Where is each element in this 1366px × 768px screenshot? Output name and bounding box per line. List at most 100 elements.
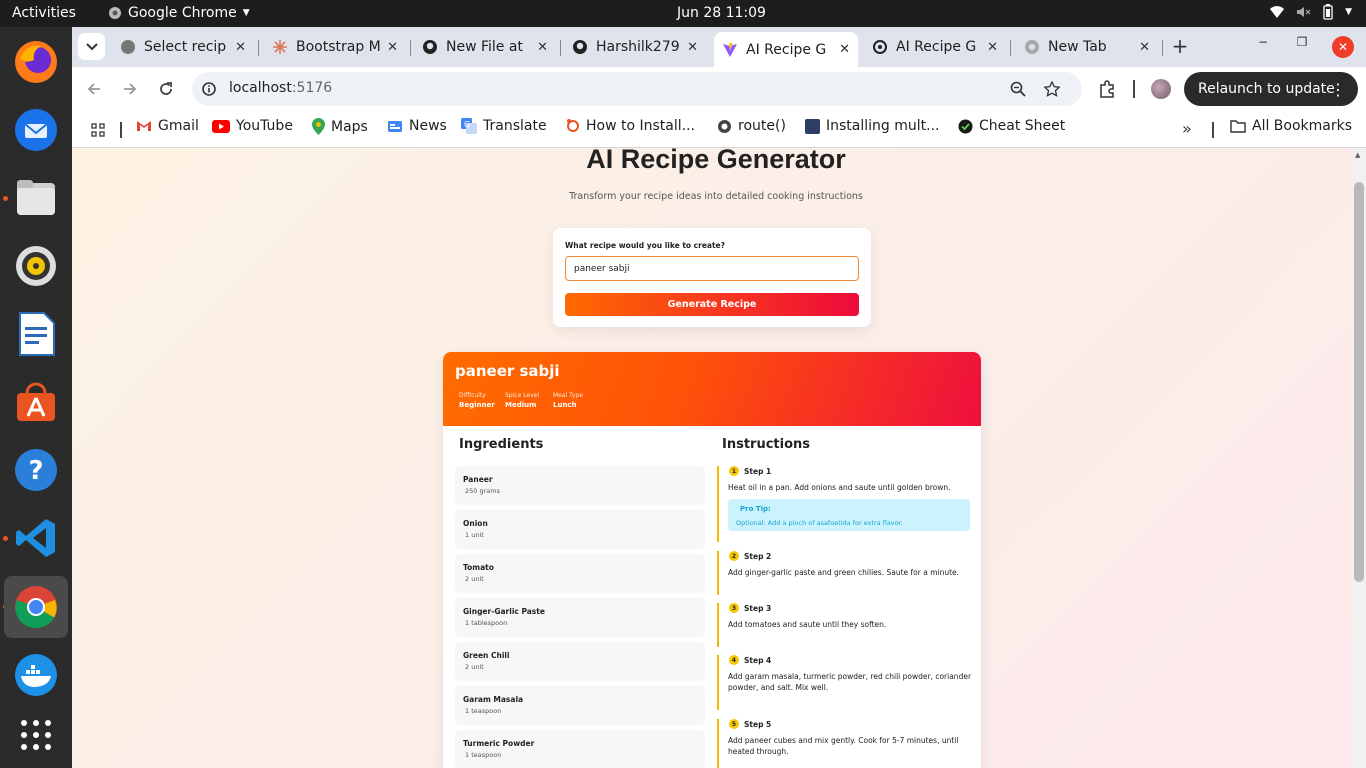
dock-show-apps[interactable]: [4, 704, 68, 766]
url-host: localhost: [229, 80, 292, 96]
new-tab-button[interactable]: +: [1168, 35, 1192, 59]
close-icon[interactable]: ✕: [687, 40, 698, 55]
all-bookmarks-button[interactable]: All Bookmarks: [1230, 118, 1352, 134]
extensions-icon[interactable]: [1098, 80, 1116, 98]
dock-rhythmbox[interactable]: [4, 235, 68, 297]
bookmark-news[interactable]: News: [387, 118, 447, 134]
vscode-icon: [16, 519, 55, 557]
zoom-icon[interactable]: [1010, 81, 1026, 97]
system-tray[interactable]: ▼: [1269, 4, 1352, 20]
all-bookmarks-label: All Bookmarks: [1252, 118, 1353, 134]
dock-app-center[interactable]: [4, 371, 68, 433]
clock[interactable]: Jun 28 11:09: [677, 5, 766, 21]
tab-select-recipe[interactable]: Select recip ✕: [112, 32, 254, 62]
tds-icon: [805, 118, 820, 134]
app-menu[interactable]: Google Chrome ▼: [108, 5, 250, 21]
activities-button[interactable]: Activities: [12, 5, 76, 21]
dock-help[interactable]: ?: [4, 439, 68, 501]
step-number: 4: [729, 655, 739, 665]
close-icon[interactable]: ✕: [235, 40, 246, 55]
dock-firefox[interactable]: [4, 31, 68, 93]
tab-new-file[interactable]: New File at ✕: [414, 32, 556, 62]
step-title: Step 3: [744, 603, 772, 613]
minimize-button[interactable]: −: [1252, 35, 1274, 57]
scrollbar-thumb[interactable]: [1354, 182, 1364, 582]
more-vertical-icon: ⋮: [1330, 79, 1346, 99]
dock-chrome[interactable]: [4, 576, 68, 638]
apps-grid-icon[interactable]: [91, 123, 105, 137]
maximize-button[interactable]: ❐: [1291, 35, 1313, 57]
ingredient-qty: 2 unit: [465, 575, 484, 583]
tab-label: New File at: [446, 39, 523, 55]
browser-toolbar: localhost:5176 Relaunch to update ⋮: [72, 67, 1366, 112]
tab-new-tab[interactable]: New Tab ✕: [1016, 32, 1158, 62]
app-name-label: Google Chrome: [128, 5, 237, 21]
reload-icon[interactable]: [158, 81, 174, 97]
page-scrollbar[interactable]: ▲: [1352, 148, 1366, 768]
ingredient-name: Green Chili: [463, 651, 510, 660]
wifi-icon: [1270, 6, 1285, 18]
ingredient-item: Garam Masala 1 teaspoon: [455, 686, 705, 725]
system-top-bar: Activities Google Chrome ▼ Jun 28 11:09 …: [0, 0, 1366, 27]
generate-recipe-button[interactable]: Generate Recipe: [565, 293, 859, 316]
tab-bootstrap[interactable]: Bootstrap M ✕: [264, 32, 406, 62]
globe-icon: [121, 40, 135, 54]
tab-ai-recipe[interactable]: AI Recipe G ✕: [864, 32, 1006, 62]
bookmark-translate[interactable]: G Translate: [461, 118, 547, 134]
close-window-button[interactable]: ✕: [1332, 36, 1354, 58]
step-number: 1: [729, 466, 739, 476]
app-center-icon: [17, 382, 55, 421]
dock: ?: [0, 27, 72, 768]
dock-docker[interactable]: [4, 644, 68, 706]
tab-ai-recipe-active[interactable]: AI Recipe G ✕: [714, 32, 858, 67]
tab-label: AI Recipe G: [746, 41, 827, 58]
step-header: 4 Step 4: [729, 655, 771, 665]
instruction-step: 5 Step 5 Add paneer cubes and mix gently…: [717, 719, 971, 768]
forward-arrow-icon[interactable]: [122, 81, 138, 97]
bookmarks-bar: Gmail YouTube Maps News G Translate How …: [72, 112, 1366, 148]
site-info-icon[interactable]: [202, 82, 216, 96]
step-header: 5 Step 5: [729, 719, 771, 729]
bookmark-how-to-install[interactable]: How to Install...: [566, 118, 695, 134]
close-icon[interactable]: ✕: [987, 40, 998, 55]
close-icon[interactable]: ✕: [537, 40, 548, 55]
address-bar[interactable]: localhost:5176: [192, 72, 1082, 106]
bookmark-maps[interactable]: Maps: [312, 118, 368, 135]
tab-search-button[interactable]: [78, 33, 105, 60]
ingredient-name: Ginger-Garlic Paste: [463, 607, 545, 616]
close-icon[interactable]: ✕: [387, 40, 398, 55]
close-icon[interactable]: ✕: [1139, 40, 1150, 55]
ingredient-name: Tomato: [463, 563, 494, 572]
recipe-input[interactable]: [565, 256, 859, 281]
dock-files[interactable]: [4, 167, 68, 229]
claude-icon: [273, 40, 287, 54]
translate-icon: G: [461, 118, 477, 134]
bookmark-route[interactable]: route(): [717, 118, 786, 134]
recipe-title: paneer sabji: [455, 362, 560, 380]
recipe-input-label: What recipe would you like to create?: [565, 241, 725, 250]
ingredient-qty: 2 unit: [465, 663, 484, 671]
bookmark-star-icon[interactable]: [1044, 81, 1060, 97]
relaunch-button[interactable]: Relaunch to update ⋮: [1184, 72, 1358, 106]
tab-harshilk[interactable]: Harshilk279 ✕: [564, 32, 706, 62]
close-icon[interactable]: ✕: [839, 42, 850, 57]
recipe-card: paneer sabji Difficulty Beginner Spice L…: [443, 352, 981, 768]
ingredient-qty: 1 teaspoon: [465, 707, 502, 715]
bookmark-youtube[interactable]: YouTube: [212, 118, 293, 134]
meta-label: Spice Level: [505, 392, 540, 399]
dock-vscode[interactable]: [4, 507, 68, 569]
vite-icon: [723, 42, 737, 57]
bookmarks-overflow-icon[interactable]: »: [1182, 119, 1192, 138]
instruction-step: 4 Step 4 Add garam masala, turmeric powd…: [717, 655, 971, 710]
dock-libreoffice-writer[interactable]: [4, 303, 68, 365]
scroll-up-arrow[interactable]: ▲: [1355, 151, 1360, 159]
dock-thunderbird[interactable]: [4, 99, 68, 161]
step-text: Heat oil in a pan. Add onions and saute …: [728, 483, 951, 492]
github-icon: [423, 40, 437, 54]
bookmark-installing-mult[interactable]: Installing mult...: [805, 118, 939, 134]
toolbar-divider: [1133, 80, 1135, 98]
avatar[interactable]: [1151, 79, 1171, 99]
back-arrow-icon[interactable]: [86, 81, 102, 97]
bookmark-cheat-sheet[interactable]: Cheat Sheet: [958, 118, 1065, 134]
bookmark-gmail[interactable]: Gmail: [136, 118, 199, 134]
